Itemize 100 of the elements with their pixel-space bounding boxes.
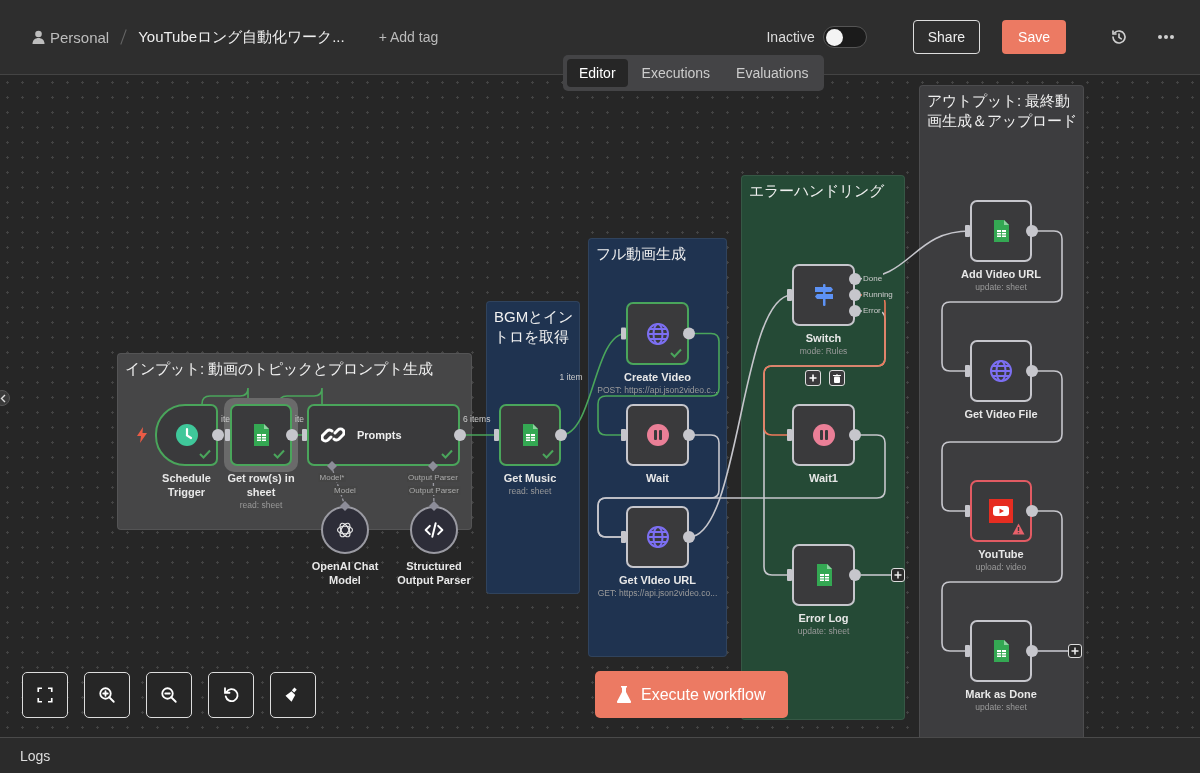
output-port — [683, 531, 695, 543]
check-icon — [199, 449, 211, 459]
zoom-in-icon — [98, 686, 116, 704]
view-tab[interactable]: Evaluations — [724, 59, 821, 87]
history-icon — [1110, 28, 1128, 46]
workflow-node[interactable] — [499, 404, 561, 466]
fit-view-icon — [36, 686, 54, 704]
input-port — [965, 365, 970, 377]
group-title: BGMとイントロを取得 — [494, 307, 574, 347]
plus-icon — [894, 571, 902, 579]
view-tab[interactable]: Editor — [567, 59, 628, 87]
workflow-node[interactable] — [970, 620, 1032, 682]
globe-icon — [989, 359, 1013, 383]
connection-label: ite — [221, 414, 230, 424]
workflow-node[interactable] — [626, 404, 689, 466]
node-title: Structured Output Parser — [396, 559, 472, 587]
workflow-node[interactable] — [970, 200, 1032, 262]
node-title: OpenAI Chat Model — [310, 559, 380, 587]
breadcrumb-link[interactable]: Personal — [32, 28, 110, 46]
group-title: フル動画生成 — [596, 244, 687, 264]
output-port — [683, 327, 695, 340]
node-subtitle: POST: https://api.json2video.c... — [597, 384, 718, 397]
input-port — [965, 225, 970, 237]
workflow-node[interactable] — [970, 480, 1032, 542]
workflow-node[interactable] — [792, 404, 855, 466]
active-toggle[interactable] — [822, 26, 867, 48]
zoom-in-button[interactable] — [84, 672, 130, 718]
output-port — [1026, 505, 1038, 517]
input-port — [787, 429, 792, 441]
view-tab[interactable]: Executions — [629, 59, 723, 87]
clock-icon — [174, 423, 199, 447]
node-subtitle: read: sheet — [239, 499, 283, 512]
output-port — [849, 273, 861, 285]
check-icon — [670, 348, 682, 358]
node-subtitle: update: sheet — [975, 701, 1027, 714]
node-title: Schedule Trigger — [161, 471, 212, 499]
globe-icon — [645, 321, 670, 346]
tidy-up-button[interactable] — [270, 672, 316, 718]
node-title: Add Video URL — [961, 267, 1041, 281]
workflow-node[interactable] — [792, 544, 855, 606]
workflow-node[interactable] — [626, 506, 689, 568]
workflow-node[interactable] — [970, 340, 1032, 402]
output-port — [454, 429, 466, 441]
node-subtitle: upload: video — [975, 561, 1027, 574]
output-port — [849, 569, 861, 581]
node-title: Create Video — [623, 370, 692, 384]
output-port — [1026, 645, 1038, 657]
group-title: エラーハンドリング — [749, 181, 885, 201]
node-title: Get Video File — [964, 407, 1038, 421]
more-icon — [1158, 35, 1174, 39]
input-port — [787, 289, 792, 301]
output-label: Running — [862, 289, 894, 300]
input-port — [428, 461, 438, 471]
output-port — [1026, 225, 1038, 237]
port-label: Output Parser — [408, 486, 460, 495]
input-port — [494, 429, 499, 441]
node-subtitle: update: sheet — [797, 625, 850, 638]
logs-title[interactable]: Logs — [20, 747, 51, 764]
video-play-icon — [989, 499, 1013, 523]
workflow-node[interactable] — [230, 404, 292, 466]
input-port — [787, 569, 792, 581]
port-label: Model* — [318, 473, 346, 482]
zoom-out-button[interactable] — [146, 672, 192, 718]
output-port — [683, 429, 695, 441]
output-port — [849, 305, 861, 317]
globe-icon — [645, 525, 670, 549]
input-port — [965, 645, 970, 657]
status-label: Inactive — [766, 29, 815, 45]
workflow-node[interactable] — [626, 302, 689, 365]
node-title: Switch — [805, 331, 842, 345]
workflow-title[interactable]: YouTubeロング自動化ワーク... — [138, 27, 345, 47]
port-label: Model — [333, 486, 357, 495]
input-port — [340, 501, 350, 511]
output-port — [286, 429, 298, 441]
zoom-out-icon — [160, 686, 178, 704]
node-title: YouTube — [978, 547, 1024, 561]
node-title: Error Log — [798, 611, 849, 625]
fit-view-button[interactable] — [22, 672, 68, 718]
connection-label: ite — [295, 414, 304, 424]
reset-zoom-button[interactable] — [208, 672, 254, 718]
workflow-node[interactable] — [792, 264, 855, 326]
undo-icon — [222, 686, 240, 704]
check-icon — [273, 449, 285, 459]
workflow-node[interactable]: Prompts — [307, 404, 460, 466]
node-title: Get VIdeo URL — [619, 573, 696, 587]
connection-label: 1 item — [559, 372, 583, 383]
add-tag-link[interactable]: + Add tag — [378, 29, 439, 45]
share-button[interactable]: Share — [912, 20, 981, 54]
check-icon — [441, 449, 453, 459]
group-title: インプット: 動画のトピックとプロンプト生成 — [125, 359, 435, 379]
connection-label: 6 items — [463, 414, 491, 424]
output-port — [555, 429, 567, 441]
input-port — [429, 501, 439, 511]
add-node-button[interactable] — [891, 568, 905, 582]
node-title: Mark as Done — [965, 687, 1037, 701]
input-port — [302, 429, 307, 441]
pause-icon — [811, 423, 836, 447]
add-node-button[interactable] — [1068, 644, 1082, 658]
node-title: Get Music — [503, 471, 557, 485]
node-subtitle: update: sheet — [975, 281, 1027, 294]
